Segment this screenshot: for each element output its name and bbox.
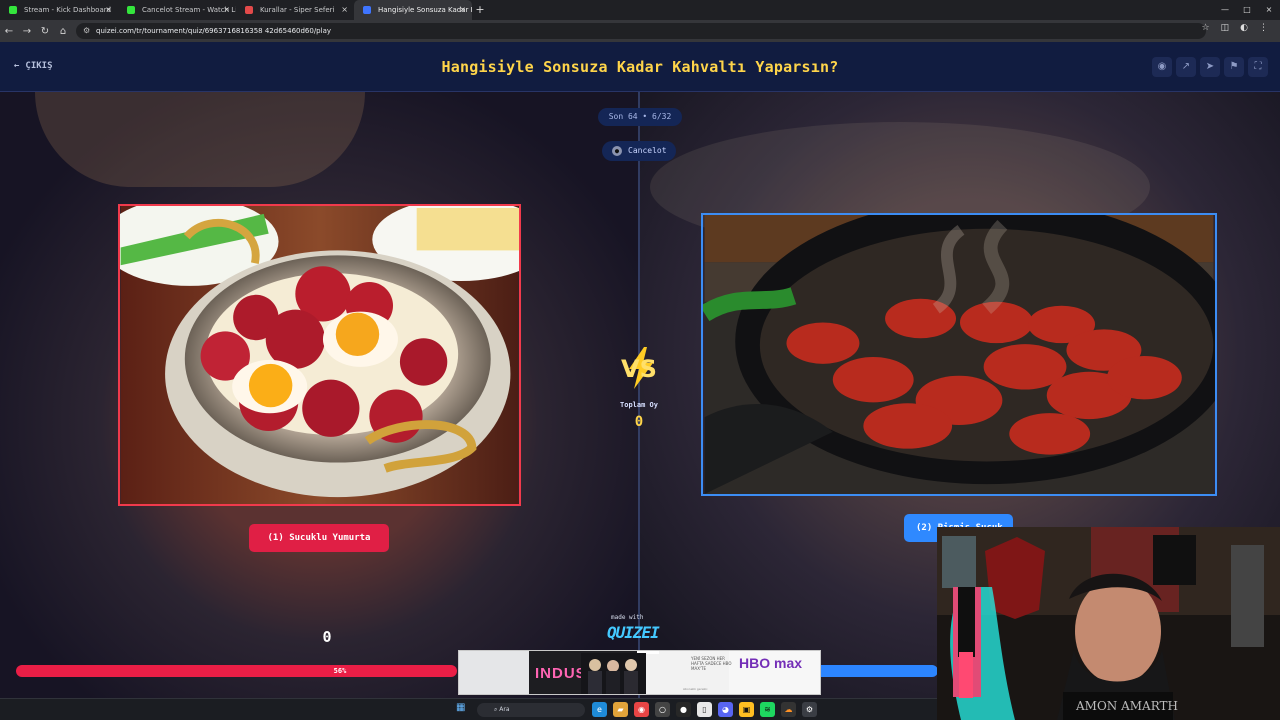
taskbar-apps: e ▰ ◉ ○ ● ▯ ◕ ▣ ≋ ☁ ⚙ [592, 702, 817, 717]
close-window-icon[interactable]: × [1258, 0, 1280, 20]
streamer-badge: ● Cancelot [602, 141, 676, 161]
ad-disclaimer: Abonelik gerekir. [683, 687, 709, 691]
advertisement-banner[interactable]: ⌄ INDUSTRY YENİ SEZON HER HAFTA SADECE H… [458, 650, 821, 695]
discord-icon[interactable]: ◕ [718, 702, 733, 717]
edge-icon[interactable]: e [592, 702, 607, 717]
hbo-max-logo: HBO max [739, 655, 803, 671]
active-browser-tab[interactable]: Hangisiyle Sonsuza Kadar Kahv× [354, 0, 472, 20]
yellow-app-icon[interactable]: ▣ [739, 702, 754, 717]
share-icon[interactable]: ↗ [1176, 57, 1196, 77]
close-tab-icon[interactable]: × [459, 0, 466, 20]
folder-icon[interactable]: ▰ [613, 702, 628, 717]
sucuklu-yumurta-image [120, 206, 519, 504]
file-icon[interactable]: ▯ [697, 702, 712, 717]
home-icon[interactable]: ⌂ [54, 26, 72, 37]
minimize-icon[interactable]: — [1214, 0, 1236, 20]
made-with-label: made with [611, 614, 644, 621]
settings-icon[interactable]: ⚙ [802, 702, 817, 717]
left-votes-count: 0 [322, 628, 332, 646]
streamer-webcam: AMON AMARTH [937, 527, 1280, 720]
right-choice-card[interactable] [701, 213, 1217, 496]
webcam-illustration: AMON AMARTH [937, 527, 1280, 720]
quiz-tools: ◉ ↗ ➤ ⚑ ⛶ [1152, 57, 1268, 77]
kick-favicon-icon [9, 6, 17, 14]
choice-divider [638, 92, 640, 698]
ad-people-image [581, 653, 646, 694]
browser-tab-strip: Stream - Kick Dashboard × Cancelot Stream… [0, 0, 1280, 20]
profile-icon[interactable]: ◐ [1240, 23, 1248, 33]
left-choice-card[interactable] [118, 204, 521, 506]
cloud-icon[interactable]: ☁ [781, 702, 796, 717]
opera-icon[interactable]: ○ [655, 702, 670, 717]
fullscreen-icon[interactable]: ⛶ [1248, 57, 1268, 77]
view-icon[interactable]: ◉ [1152, 57, 1172, 77]
left-progress-label: 56% [333, 667, 347, 675]
site-info-icon[interactable]: ⚙ [83, 23, 90, 39]
browser-address-row: ← → ↻ ⌂ ⚙ quizei.com/tr/tournament/quiz/6963… [0, 20, 1280, 42]
reload-icon[interactable]: ↻ [36, 26, 54, 37]
forward-icon[interactable]: → [18, 26, 36, 37]
right-vote-progress [820, 665, 938, 677]
close-tab-icon[interactable]: × [223, 0, 230, 20]
versus-lightning-icon: VS [621, 347, 657, 389]
pismis-sucuk-image [703, 215, 1215, 494]
spotify-icon[interactable]: ≋ [760, 702, 775, 717]
svg-text:AMON AMARTH: AMON AMARTH [1075, 699, 1178, 713]
obs-icon[interactable]: ● [676, 702, 691, 717]
new-tab-button[interactable]: + [472, 0, 488, 20]
close-tab-icon[interactable]: × [341, 0, 348, 20]
browser-tab[interactable]: Stream - Kick Dashboard × [0, 0, 118, 20]
extensions-icon[interactable]: ◫ [1221, 23, 1230, 33]
browser-tab[interactable]: Cancelot Stream - Watch Live o× [118, 0, 236, 20]
kick-favicon-icon [127, 6, 135, 14]
send-icon[interactable]: ➤ [1200, 57, 1220, 77]
left-background-plate [35, 92, 365, 187]
quiz-header: ← ÇIKIŞ Hangisiyle Sonsuza Kadar Kahvaltı… [0, 42, 1280, 92]
address-bar[interactable]: ⚙ quizei.com/tr/tournament/quiz/696371681… [76, 23, 1206, 39]
left-choice-button[interactable]: (1) Sucuklu Yumurta [249, 524, 389, 552]
user-avatar: ● [612, 146, 622, 156]
window-controls: — □ × [1214, 0, 1280, 20]
taskbar-search[interactable]: ⌕ Ara [477, 703, 585, 717]
quiz-title: Hangisiyle Sonsuza Kadar Kahvaltı Yapars… [441, 58, 839, 76]
maximize-icon[interactable]: □ [1236, 0, 1258, 20]
bookmark-star-icon[interactable]: ☆ [1202, 23, 1210, 33]
svg-text:VS: VS [621, 355, 657, 383]
ad-small-copy: YENİ SEZON HER HAFTA SADECE HBO MAX'TE [691, 656, 732, 671]
left-vote-progress: 56% [16, 665, 457, 677]
browser-actions: ☆ ◫ ◐ ⋮ [1202, 23, 1268, 33]
back-icon[interactable]: ← [0, 26, 18, 37]
total-votes-value: 0 [634, 414, 644, 430]
quizei-favicon-icon [363, 6, 371, 14]
quizei-logo: QUIZEI [607, 623, 660, 642]
menu-icon[interactable]: ⋮ [1259, 23, 1268, 33]
chrome-icon[interactable]: ◉ [634, 702, 649, 717]
close-tab-icon[interactable]: × [105, 0, 112, 20]
windows-taskbar: ▦ ⌕ Ara e ▰ ◉ ○ ● ▯ ◕ ▣ ≋ ☁ ⚙ [0, 698, 937, 720]
flag-icon[interactable]: ⚑ [1224, 57, 1244, 77]
round-indicator: Son 64 • 6/32 [598, 108, 682, 126]
siper-favicon-icon [245, 6, 253, 14]
total-votes-label: Toplam Oy [620, 401, 658, 409]
browser-tab[interactable]: Kurallar - Siper Seferi × [236, 0, 354, 20]
windows-start-icon[interactable]: ▦ [456, 702, 470, 716]
